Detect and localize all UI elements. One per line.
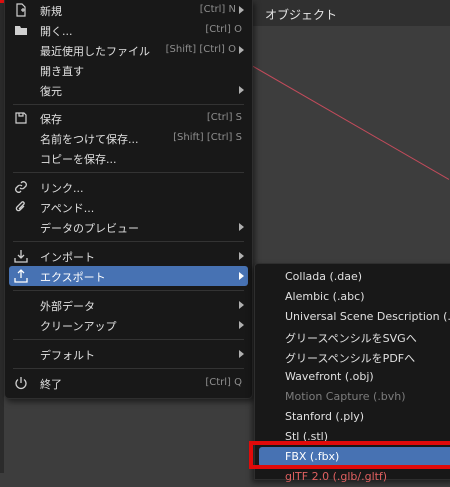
submenu-arrow-icon bbox=[239, 223, 244, 231]
file-menu: 新規 [Ctrl] N 開く... [Ctrl] O 最近使用したファイル [S… bbox=[4, 0, 253, 399]
export-motion-capture[interactable]: Motion Capture (.bvh) bbox=[259, 387, 450, 407]
menu-separator bbox=[13, 172, 244, 173]
menu-item-export[interactable]: エクスポート bbox=[9, 266, 248, 286]
menu-separator bbox=[13, 339, 244, 340]
submenu-arrow-icon bbox=[239, 6, 244, 14]
export-icon bbox=[14, 269, 28, 283]
folder-open-icon bbox=[14, 23, 28, 37]
menu-separator bbox=[13, 290, 244, 291]
export-gpencil-pdf[interactable]: グリースペンシルをPDFへ bbox=[259, 347, 450, 367]
menu-item-save[interactable]: 保存 [Ctrl] S bbox=[9, 108, 248, 128]
paperclip-icon bbox=[14, 200, 28, 214]
submenu-arrow-icon bbox=[239, 46, 244, 54]
menu-item-recover[interactable]: 復元 bbox=[9, 80, 248, 100]
menu-item-save-copy[interactable]: コピーを保存... bbox=[9, 148, 248, 168]
link-icon bbox=[14, 180, 28, 194]
menu-item-quit[interactable]: 終了 [Ctrl] Q bbox=[9, 373, 248, 393]
menu-item-open[interactable]: 開く... [Ctrl] O bbox=[9, 20, 248, 40]
menu-item-append[interactable]: アペンド... bbox=[9, 197, 248, 217]
menu-separator bbox=[13, 104, 244, 105]
export-alembic[interactable]: Alembic (.abc) bbox=[259, 287, 450, 307]
submenu-arrow-icon bbox=[239, 252, 244, 260]
export-gltf[interactable]: glTF 2.0 (.glb/.gltf) bbox=[259, 467, 450, 487]
submenu-arrow-icon bbox=[239, 321, 244, 329]
save-icon bbox=[14, 111, 28, 125]
menu-item-data-previews[interactable]: データのプレビュー bbox=[9, 217, 248, 237]
submenu-arrow-icon bbox=[239, 350, 244, 358]
menu-item-open-recent[interactable]: 最近使用したファイル [Shift] [Ctrl] O bbox=[9, 40, 248, 60]
x-axis-line bbox=[249, 64, 450, 181]
menu-item-import[interactable]: インポート bbox=[9, 246, 248, 266]
menu-item-clean-up[interactable]: クリーンアップ bbox=[9, 315, 248, 335]
export-collada[interactable]: Collada (.dae) bbox=[259, 267, 450, 287]
power-icon bbox=[14, 376, 28, 390]
submenu-arrow-icon bbox=[239, 272, 244, 280]
menu-item-link[interactable]: リンク... bbox=[9, 177, 248, 197]
menu-item-save-as[interactable]: 名前をつけて保存... [Shift] [Ctrl] S bbox=[9, 128, 248, 148]
new-file-icon bbox=[14, 3, 28, 17]
menu-separator bbox=[13, 241, 244, 242]
menu-item-new[interactable]: 新規 [Ctrl] N bbox=[9, 0, 248, 20]
submenu-arrow-icon bbox=[239, 301, 244, 309]
export-gpencil-svg[interactable]: グリースペンシルをSVGへ bbox=[259, 327, 450, 347]
import-icon bbox=[14, 249, 28, 263]
export-stanford-ply[interactable]: Stanford (.ply) bbox=[259, 407, 450, 427]
submenu-arrow-icon bbox=[239, 86, 244, 94]
menu-item-revert[interactable]: 開き直す bbox=[9, 60, 248, 80]
export-wavefront-obj[interactable]: Wavefront (.obj) bbox=[259, 367, 450, 387]
object-menu[interactable]: オブジェクト bbox=[265, 6, 337, 23]
menu-item-external-data[interactable]: 外部データ bbox=[9, 295, 248, 315]
export-usd[interactable]: Universal Scene Description (.usd bbox=[259, 307, 450, 327]
highlight-box bbox=[249, 441, 450, 469]
menu-separator bbox=[13, 368, 244, 369]
menu-item-defaults[interactable]: デフォルト bbox=[9, 344, 248, 364]
